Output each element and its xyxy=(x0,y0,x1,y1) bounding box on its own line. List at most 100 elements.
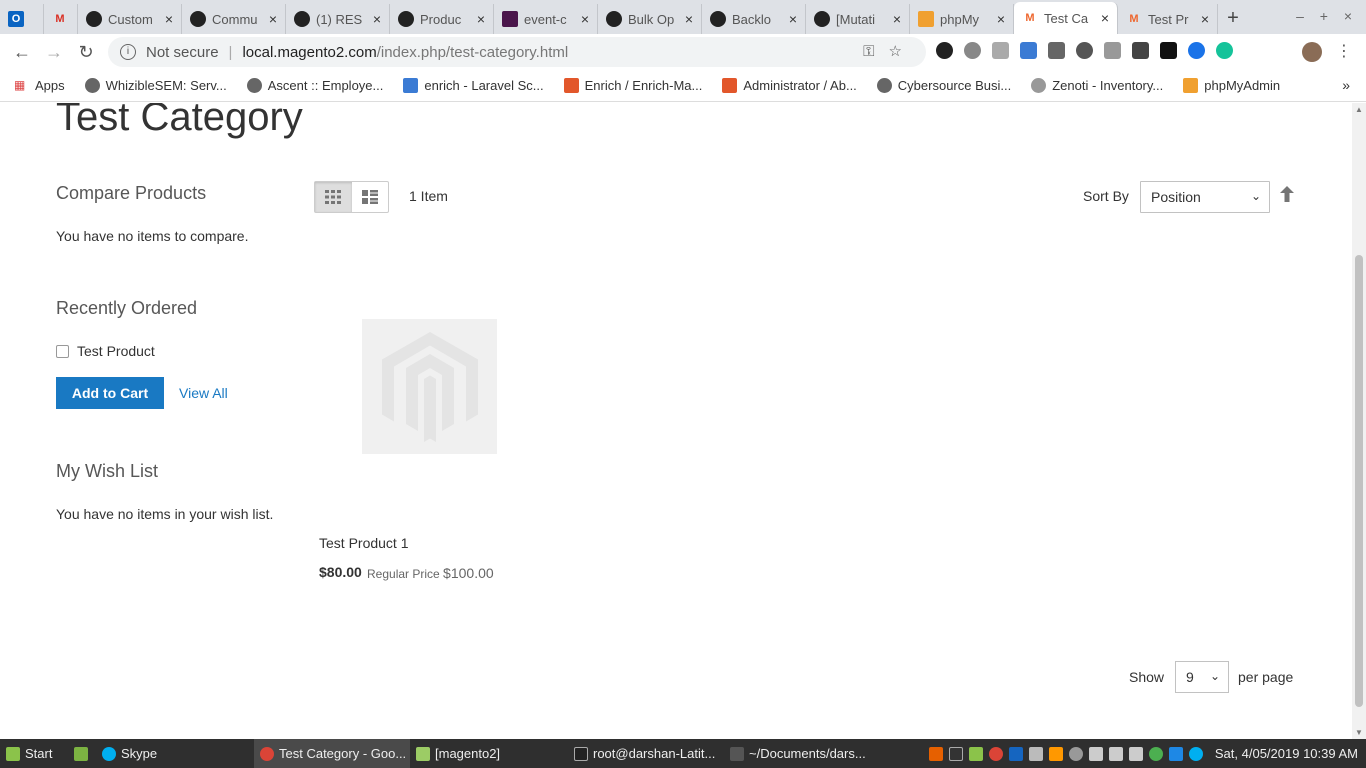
view-all-link[interactable]: View All xyxy=(179,385,228,401)
tab-outlook[interactable]: O xyxy=(0,4,44,34)
tab-mutati[interactable]: [Mutati × xyxy=(806,4,910,34)
scroll-up-icon[interactable]: ▲ xyxy=(1355,105,1363,114)
window-controls[interactable]: – + × xyxy=(1296,8,1358,24)
bookmark-whizible[interactable]: WhizibleSEM: Serv... xyxy=(84,78,227,93)
box-icon[interactable] xyxy=(1028,746,1043,761)
tab-produc[interactable]: Produc × xyxy=(390,4,494,34)
recent-item-checkbox[interactable] xyxy=(56,344,69,358)
gitlab-icon xyxy=(563,78,579,93)
product-image[interactable] xyxy=(362,319,497,454)
compare-title: Compare Products xyxy=(56,183,207,203)
new-tab-button[interactable]: + xyxy=(1218,4,1248,34)
virtualbox-icon[interactable] xyxy=(1008,746,1023,761)
taskbar-folder[interactable]: [magento2] xyxy=(410,739,568,768)
taskbar-skype[interactable]: Skype xyxy=(96,739,254,768)
bookmark-administrator[interactable]: Administrator / Ab... xyxy=(722,78,857,93)
product-name-link[interactable]: Test Product 1 xyxy=(319,535,409,551)
shield-icon[interactable] xyxy=(1168,746,1183,761)
scroll-down-icon[interactable]: ▼ xyxy=(1355,728,1363,737)
taskbar-chrome[interactable]: Test Category - Goo... xyxy=(254,739,410,768)
chrome-icon[interactable] xyxy=(1148,746,1163,761)
tab-res[interactable]: (1) RES × xyxy=(286,4,390,34)
close-icon[interactable]: × xyxy=(685,11,693,27)
tab-test-product[interactable]: M Test Pr × xyxy=(1118,4,1218,34)
star-icon[interactable]: ☆ xyxy=(889,43,916,60)
close-icon[interactable]: × xyxy=(165,11,173,27)
skype-icon[interactable] xyxy=(1188,746,1203,761)
close-icon[interactable]: × xyxy=(997,11,1005,27)
sort-by-label: Sort By xyxy=(1083,188,1129,204)
tab-event[interactable]: event-c × xyxy=(494,4,598,34)
files-icon[interactable] xyxy=(968,746,983,761)
battery-icon[interactable] xyxy=(1128,746,1143,761)
taskbar-sublime[interactable]: ~/Documents/dars... xyxy=(724,739,874,768)
limiter-select[interactable]: 9 ⌄ xyxy=(1175,661,1229,693)
key-icon[interactable]: ⚿ xyxy=(863,43,888,60)
bookmark-zenoti[interactable]: Zenoti - Inventory... xyxy=(1031,78,1163,93)
close-icon[interactable]: × xyxy=(893,11,901,27)
close-icon[interactable]: × xyxy=(269,11,277,27)
bookmarks-bar: ▦ Apps WhizibleSEM: Serv... Ascent :: Emp… xyxy=(0,70,1366,102)
grid-mode-button[interactable] xyxy=(315,182,352,212)
show-desktop-button[interactable] xyxy=(68,739,96,768)
extension-icon[interactable] xyxy=(1076,42,1093,59)
close-icon[interactable]: × xyxy=(477,11,485,27)
tab-commu[interactable]: Commu × xyxy=(182,4,286,34)
chrome-icon[interactable] xyxy=(988,746,1003,761)
sort-direction-arrow-icon[interactable] xyxy=(1280,186,1294,207)
taskbar-terminal[interactable]: root@darshan-Latit... xyxy=(568,739,724,768)
terminal-icon[interactable] xyxy=(948,746,963,761)
extension-icon[interactable] xyxy=(1020,42,1037,59)
sort-by-select[interactable]: Position ⌄ xyxy=(1140,181,1270,213)
extension-icon[interactable] xyxy=(1132,42,1149,59)
list-mode-button[interactable] xyxy=(352,182,389,212)
tab-test-category[interactable]: M Test Ca × xyxy=(1014,2,1118,34)
reload-icon[interactable]: ↻ xyxy=(70,42,102,63)
bookmark-cybersource[interactable]: Cybersource Busi... xyxy=(876,78,1011,93)
tab-gmail[interactable]: M xyxy=(44,4,78,34)
tab-bulk[interactable]: Bulk Op × xyxy=(598,4,702,34)
volume-icon[interactable] xyxy=(1108,746,1123,761)
scroll-thumb[interactable] xyxy=(1355,255,1363,707)
security-label: Not secure xyxy=(146,43,219,61)
extension-icon[interactable] xyxy=(1188,42,1205,59)
menu-icon[interactable]: ⋮ xyxy=(1336,41,1352,61)
close-icon[interactable]: × xyxy=(373,11,381,27)
forward-arrow-icon[interactable]: → xyxy=(38,42,70,63)
regular-price: Regular Price $100.00 xyxy=(367,565,494,581)
close-icon[interactable]: × xyxy=(1101,10,1109,26)
bookmark-enrich-laravel[interactable]: enrich - Laravel Sc... xyxy=(403,78,544,93)
compare-empty: You have no items to compare. xyxy=(56,228,249,244)
tab-backlo[interactable]: Backlo × xyxy=(702,4,806,34)
info-icon[interactable]: i xyxy=(120,44,136,60)
bookmark-apps[interactable]: ▦ Apps xyxy=(14,78,65,93)
close-icon[interactable]: × xyxy=(789,11,797,27)
bookmark-ascent[interactable]: Ascent :: Employe... xyxy=(246,78,383,93)
extension-icon[interactable] xyxy=(964,42,981,59)
tab-phpmy[interactable]: phpMy × xyxy=(910,4,1014,34)
tab-custom[interactable]: Custom × xyxy=(78,4,182,34)
add-to-cart-button[interactable]: Add to Cart xyxy=(56,377,164,409)
close-icon[interactable]: × xyxy=(1201,11,1209,27)
extension-icon[interactable] xyxy=(992,42,1009,59)
back-arrow-icon[interactable]: ← xyxy=(6,42,38,63)
gmail-icon: M xyxy=(55,13,65,25)
bookmark-enrich-gitlab[interactable]: Enrich / Enrich-Ma... xyxy=(563,78,702,93)
address-bar[interactable]: i Not secure | local.magento2.com/index.… xyxy=(108,37,926,67)
bookmark-phpmyadmin[interactable]: phpMyAdmin xyxy=(1183,78,1280,93)
wifi-icon[interactable] xyxy=(1088,746,1103,761)
extension-icon[interactable] xyxy=(1104,42,1121,59)
user-icon[interactable] xyxy=(1068,746,1083,761)
avatar[interactable] xyxy=(1302,42,1322,62)
sublime-icon[interactable] xyxy=(1048,746,1063,761)
bookmarks-more-button[interactable]: » xyxy=(1342,77,1350,93)
firefox-icon[interactable] xyxy=(928,746,943,761)
extension-icon[interactable] xyxy=(1048,42,1065,59)
extension-icon[interactable] xyxy=(1160,42,1177,59)
grammarly-icon[interactable] xyxy=(1216,42,1233,59)
close-icon[interactable]: × xyxy=(581,11,589,27)
github-icon xyxy=(398,11,414,27)
extension-icon[interactable] xyxy=(936,42,953,59)
page-scrollbar[interactable]: ▲ ▼ xyxy=(1352,103,1366,739)
start-button[interactable]: Start xyxy=(0,739,68,768)
